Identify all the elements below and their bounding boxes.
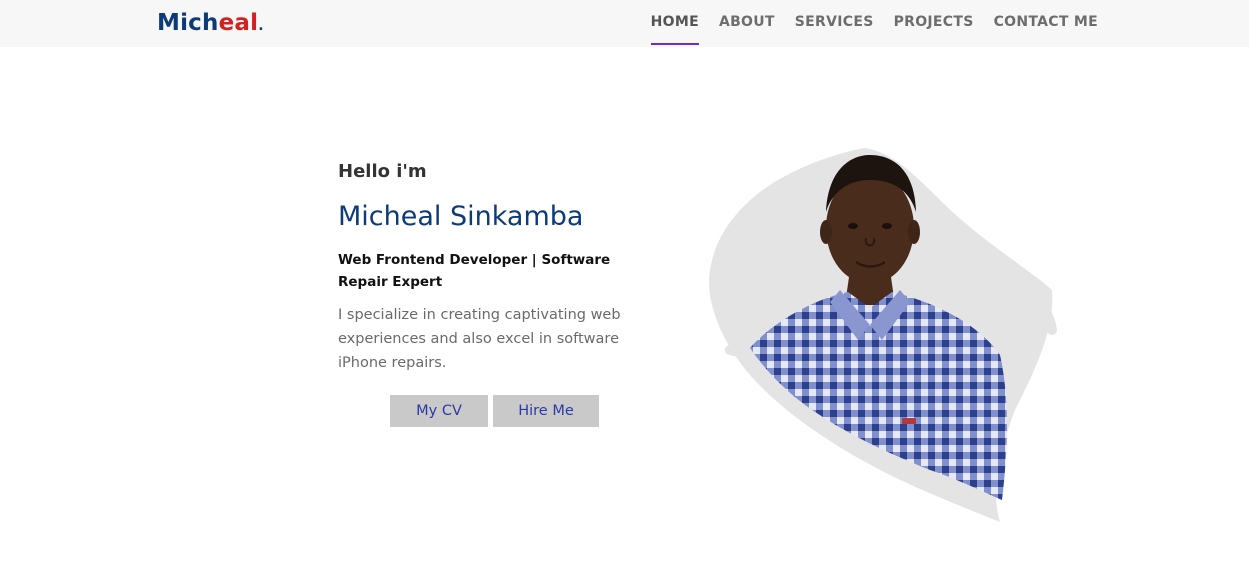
navbar: Micheal. HOME ABOUT SERVICES PROJECTS CO…: [0, 0, 1249, 47]
profile-photo: [690, 130, 1070, 530]
profile-photo-icon: [709, 148, 1057, 522]
logo-dot: .: [258, 18, 264, 34]
nav-links: HOME ABOUT SERVICES PROJECTS CONTACT ME: [631, 0, 1098, 47]
nav-item-services[interactable]: SERVICES: [795, 0, 874, 47]
my-cv-button[interactable]: My CV: [390, 395, 488, 427]
hero-description: I specialize in creating captivating web…: [338, 307, 621, 371]
nav-item-contact[interactable]: CONTACT ME: [994, 0, 1098, 47]
nav-item-projects[interactable]: PROJECTS: [894, 0, 974, 47]
hire-me-button[interactable]: Hire Me: [493, 395, 599, 427]
hero-role: Web Frontend Developer | Software Repair…: [338, 252, 611, 290]
hero-name: Micheal Sinkamba: [338, 201, 584, 232]
logo[interactable]: Micheal.: [157, 9, 264, 40]
nav-item-about[interactable]: ABOUT: [719, 0, 775, 47]
logo-part-1: Mich: [157, 10, 219, 36]
nav-item-home[interactable]: HOME: [650, 0, 700, 47]
logo-part-2: eal: [218, 10, 259, 36]
hero-greeting: Hello i'm: [338, 161, 427, 182]
